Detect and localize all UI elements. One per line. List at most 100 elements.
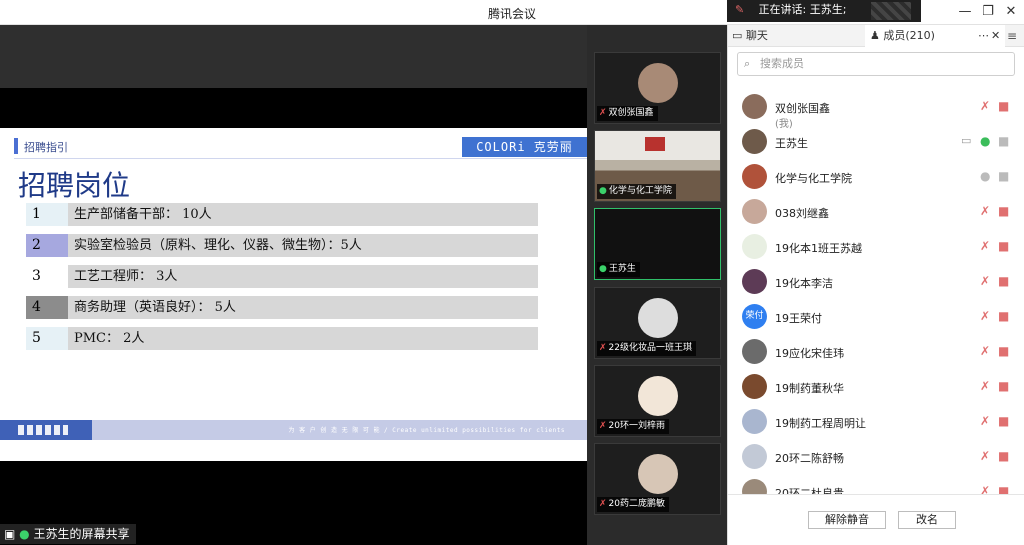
more-icon[interactable]: ⋯	[978, 25, 989, 47]
job-row-text: 实验室检验员（原料、理化、仪器、微生物）：5人	[68, 234, 538, 257]
member-row[interactable]: 19制药董秋华 ✗ ■	[728, 371, 1018, 405]
job-row-number: 3	[26, 265, 68, 288]
member-row[interactable]: 19应化宋佳玮 ✗ ■	[728, 336, 1018, 370]
rename-button[interactable]: 改名	[898, 511, 956, 529]
participant-name: 22级化妆品一班王琪	[608, 343, 692, 353]
tab-chat[interactable]: ▭ 聊天	[728, 25, 865, 47]
footer-logo-block	[0, 420, 92, 440]
mic-on-icon[interactable]: ●	[980, 134, 990, 148]
member-row[interactable]: 荣付 19王荣付 ✗ ■	[728, 301, 1018, 335]
member-row[interactable]: 19化本李洁 ✗ ■	[728, 266, 1018, 300]
tab-chat-label: 聊天	[745, 29, 768, 42]
camera-muted-icon[interactable]: ■	[998, 379, 1009, 393]
unmute-all-button[interactable]: 解除静音	[808, 511, 886, 529]
camera-muted-icon[interactable]: ■	[998, 274, 1009, 288]
tab-members[interactable]: ♟ 成员(210) ⋯ ✕	[865, 25, 1005, 47]
member-row[interactable]: 20环二陈舒畅 ✗ ■	[728, 441, 1018, 475]
job-row: 1 生产部储备干部： 10人	[26, 203, 538, 226]
company-logo: COLORi 克劳丽	[462, 137, 587, 157]
minimize-icon[interactable]: —	[954, 3, 976, 21]
screen-share-label: ▣ ● 王苏生的屏幕共享	[0, 524, 136, 544]
shared-slide: 招聘指引 COLORi 克劳丽 招聘岗位 1 生产部储备干部： 10人 2 实验…	[0, 128, 587, 461]
video-tile[interactable]: ✗ 双创张国鑫	[594, 52, 721, 124]
mic-muted-icon: ✎	[735, 3, 745, 16]
video-tile[interactable]: ✗ 20药二庞鹏敏	[594, 443, 721, 515]
video-tile[interactable]: ✗ 20环一刘梓雨	[594, 365, 721, 437]
member-row[interactable]: 19制药工程周明让 ✗ ■	[728, 406, 1018, 440]
tab-members-label: 成员(210)	[883, 29, 935, 42]
video-tile[interactable]: ● 化学与化工学院	[594, 130, 721, 202]
member-row[interactable]: 王苏生 ▭ ● ■	[728, 126, 1018, 160]
screen-share-icon: ▣	[4, 527, 16, 541]
member-row[interactable]: 双创张国鑫 (我) ✗ ■	[728, 91, 1018, 130]
video-strip[interactable]: ✗ 双创张国鑫 ● 化学与化工学院 ● 王苏生 ✗ 22级化妆品一班王琪 ✗ 20环一刘梓…	[587, 25, 727, 545]
slide-header-marker	[14, 138, 18, 154]
camera-muted-icon[interactable]: ■	[998, 99, 1009, 113]
member-name: 化学与化工学院	[775, 172, 852, 185]
slide-title: 招聘岗位	[18, 169, 131, 202]
video-tile[interactable]: ✗ 22级化妆品一班王琪	[594, 287, 721, 359]
mic-muted-icon[interactable]: ✗	[980, 344, 990, 358]
job-row: 5 PMC： 2人	[26, 327, 538, 350]
slide-header-line	[14, 158, 587, 159]
avatar	[742, 339, 767, 364]
mic-muted-icon: ✗	[599, 343, 607, 353]
participant-name: 20药二庞鹏敏	[608, 499, 665, 509]
video-tile-label: ✗ 20药二庞鹏敏	[597, 497, 669, 512]
job-row-number: 5	[26, 327, 68, 350]
video-tile-active[interactable]: ● 王苏生	[594, 208, 721, 280]
camera-muted-icon[interactable]: ■	[998, 239, 1009, 253]
chat-icon: ▭	[732, 29, 743, 42]
search-icon: ⌕	[744, 57, 751, 70]
video-tile-label: ✗ 双创张国鑫	[597, 106, 658, 121]
mic-on-icon: ●	[19, 527, 30, 541]
camera-muted-icon[interactable]: ■	[998, 414, 1009, 428]
mic-muted-icon[interactable]: ✗	[980, 204, 990, 218]
camera-muted-icon[interactable]: ■	[998, 309, 1009, 323]
avatar	[638, 298, 678, 338]
mic-muted-icon[interactable]: ✗	[980, 239, 990, 253]
camera-muted-icon[interactable]: ■	[998, 204, 1009, 218]
avatar: 荣付	[742, 304, 767, 329]
job-row-number: 2	[26, 234, 68, 257]
mic-on-icon: ●	[599, 186, 607, 196]
mic-muted-icon: ✗	[599, 499, 607, 509]
mic-muted-icon[interactable]: ✗	[980, 274, 990, 288]
person-icon: ♟	[870, 29, 880, 42]
mic-on-icon: ●	[599, 264, 607, 274]
camera-muted-icon[interactable]: ■	[998, 449, 1009, 463]
close-icon[interactable]: ✕	[991, 25, 1000, 47]
meeting-window: 腾讯会议 ✎ 正在讲话: 王苏生; — ❐ ✕ 招聘指引 COLORi 克劳丽 …	[0, 0, 1024, 545]
member-name: 19制药工程周明让	[775, 417, 866, 430]
camera-muted-icon[interactable]: ■	[998, 344, 1009, 358]
mic-muted-icon[interactable]: ✗	[980, 414, 990, 428]
camera-off-icon[interactable]: ■	[998, 169, 1009, 183]
menu-icon[interactable]: ≡	[1007, 29, 1017, 43]
avatar	[638, 376, 678, 416]
slide-header: 招聘指引	[24, 141, 68, 154]
member-row[interactable]: 19化本1班王苏越 ✗ ■	[728, 231, 1018, 265]
screen-share-area: 招聘指引 COLORi 克劳丽 招聘岗位 1 生产部储备干部： 10人 2 实验…	[0, 25, 587, 545]
restore-icon[interactable]: ❐	[977, 3, 999, 21]
mic-muted-icon[interactable]: ✗	[980, 449, 990, 463]
avatar	[638, 454, 678, 494]
avatar	[638, 63, 678, 103]
banner-shape	[645, 137, 665, 151]
mic-muted-icon[interactable]: ✗	[980, 309, 990, 323]
member-row[interactable]: 化学与化工学院 ● ■	[728, 161, 1018, 195]
member-row[interactable]: 038刘继鑫 ✗ ■	[728, 196, 1018, 230]
member-search-input[interactable]: ⌕ 搜索成员	[737, 52, 1015, 76]
camera-off-icon[interactable]: ■	[998, 134, 1009, 148]
job-row-text: PMC： 2人	[68, 327, 538, 350]
close-icon[interactable]: ✕	[1000, 3, 1022, 21]
avatar	[742, 199, 767, 224]
member-name: 19王荣付	[775, 312, 822, 325]
avatar	[742, 269, 767, 294]
mic-muted-icon[interactable]: ✗	[980, 99, 990, 113]
avatar	[742, 444, 767, 469]
screen-share-owner: 王苏生的屏幕共享	[33, 527, 130, 541]
member-name: 19化本1班王苏越	[775, 242, 862, 255]
job-row-text: 商务助理（英语良好）： 5人	[68, 296, 538, 319]
mic-muted-icon[interactable]: ✗	[980, 379, 990, 393]
mic-off-icon[interactable]: ●	[980, 169, 990, 183]
